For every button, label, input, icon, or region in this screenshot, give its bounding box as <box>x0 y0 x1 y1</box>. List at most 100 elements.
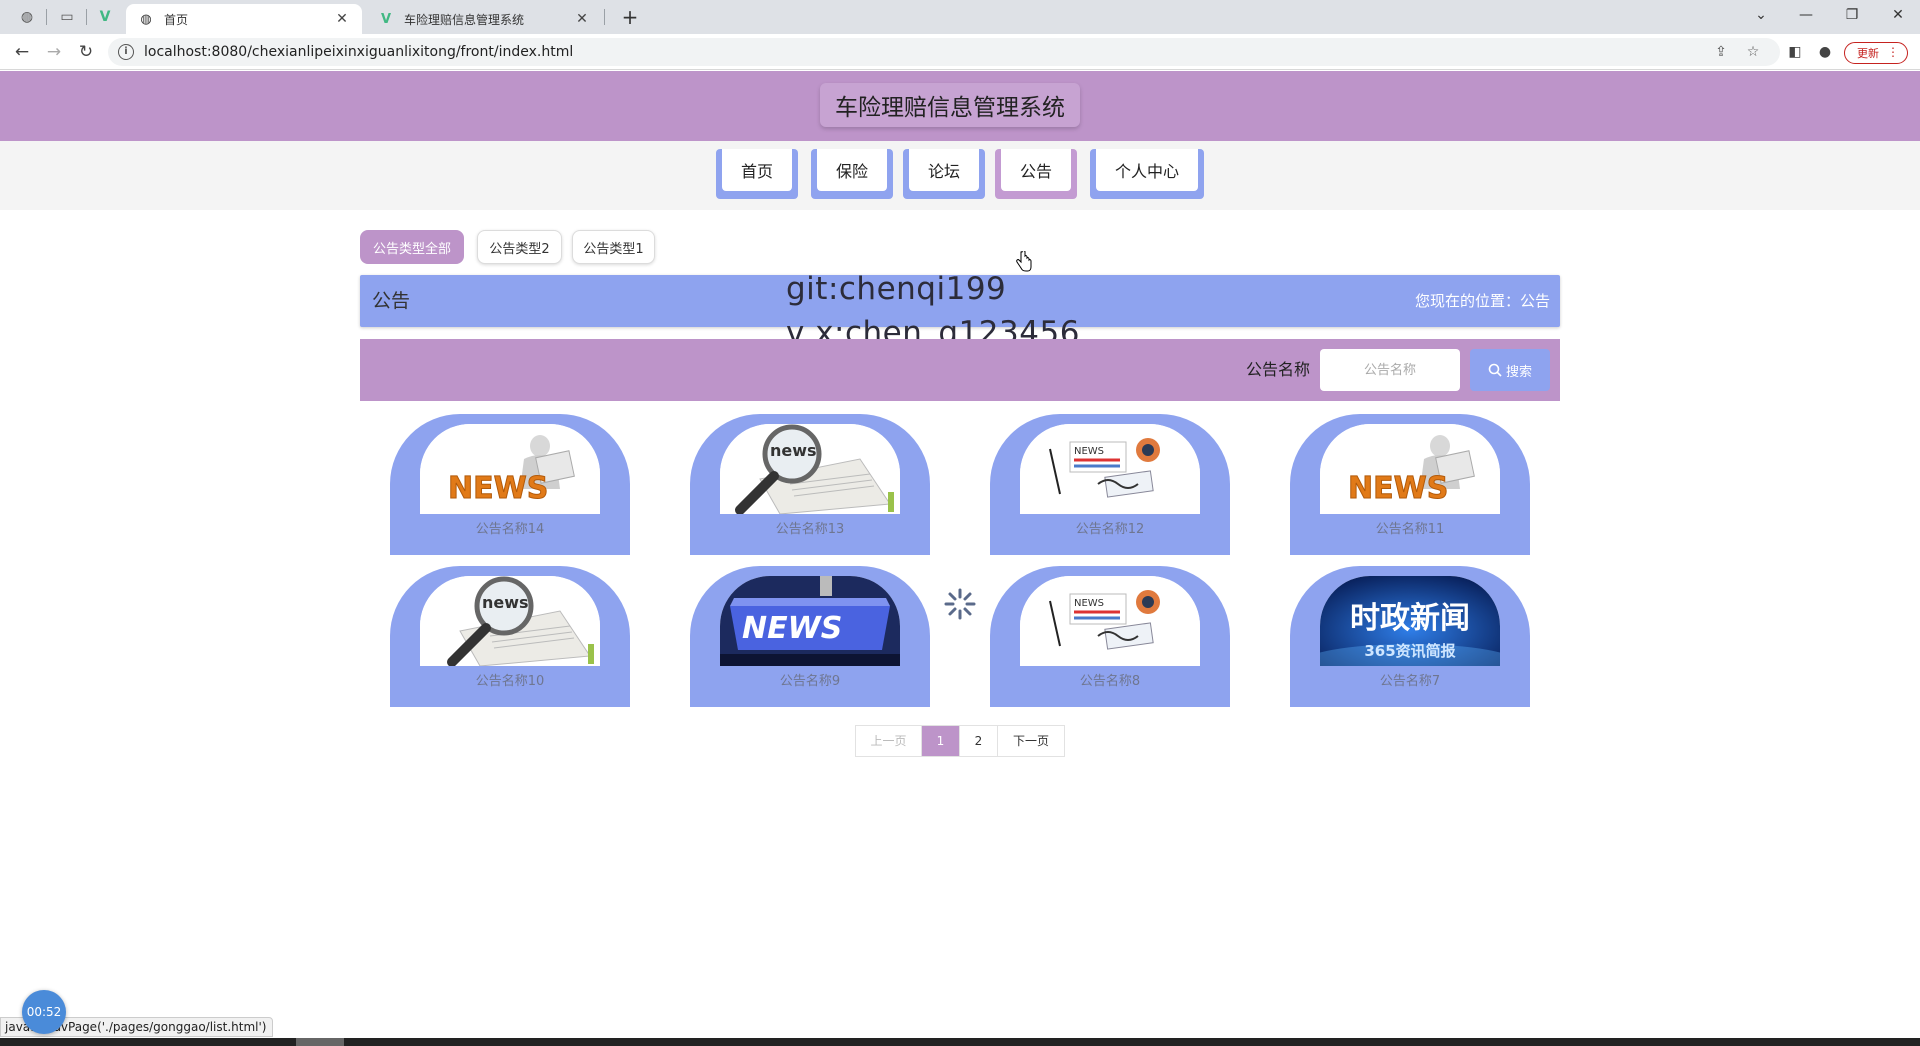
announcement-card[interactable]: news 公告名称10 <box>390 566 630 707</box>
url-text[interactable]: localhost:8080/chexianlipeixinxiguanlixi… <box>144 44 573 60</box>
main-nav: 首页 保险 论坛 公告 个人中心 <box>0 141 1920 272</box>
tab-title: 首页 <box>164 12 189 27</box>
card-caption[interactable]: 公告名称8 <box>990 670 1230 689</box>
card-image[interactable]: news <box>720 424 900 514</box>
update-button[interactable]: 更新 ⋮ <box>1844 42 1908 64</box>
category-type1-button[interactable]: 公告类型1 <box>572 230 655 264</box>
nav-item-insurance[interactable]: 保险 <box>811 149 893 199</box>
watermark-line-1: git:chenqi199 <box>786 271 1007 307</box>
location-indicator: 您现在的位置：公告 <box>1415 275 1550 327</box>
search-icon <box>1488 363 1502 377</box>
nav-label: 论坛 <box>909 149 979 191</box>
location-value[interactable]: 公告 <box>1520 292 1550 310</box>
close-icon[interactable]: ✕ <box>574 11 590 27</box>
card-caption[interactable]: 公告名称11 <box>1290 518 1530 537</box>
update-label: 更新 <box>1857 47 1879 60</box>
profile-avatar-icon[interactable]: ● <box>1812 40 1838 64</box>
card-image[interactable]: news <box>420 576 600 666</box>
image-text: NEWS <box>742 611 842 646</box>
card-image[interactable]: NEWS <box>420 424 600 514</box>
category-type2-button[interactable]: 公告类型2 <box>477 230 562 264</box>
share-icon[interactable]: ⇪ <box>1708 38 1734 66</box>
page-2-button[interactable]: 2 <box>960 726 998 756</box>
search-button-label: 搜索 <box>1505 364 1532 380</box>
nav-label: 首页 <box>722 149 792 191</box>
image-text: NEWS <box>1074 446 1104 457</box>
minimize-icon[interactable]: — <box>1784 0 1828 30</box>
new-tab-plus-icon[interactable]: + <box>616 4 644 30</box>
browser-tab-home[interactable]: ◍ 首页 ✕ <box>126 4 362 34</box>
card-caption[interactable]: 公告名称9 <box>690 670 930 689</box>
news-magnifier-image: news <box>420 576 600 666</box>
address-bar[interactable]: i localhost:8080/chexianlipeixinxiguanli… <box>108 38 1780 66</box>
announcement-card[interactable]: news 公告名称13 <box>690 414 930 555</box>
nav-item-personal-center[interactable]: 个人中心 <box>1090 149 1204 199</box>
recording-timer-badge[interactable]: 00:52 <box>22 990 66 1034</box>
tab-divider <box>46 9 47 25</box>
taskbar-strip <box>0 1038 1920 1046</box>
news-keyboard-key-image: NEWS <box>720 576 900 666</box>
nav-item-forum[interactable]: 论坛 <box>903 149 985 199</box>
restore-icon[interactable]: ❐ <box>1830 0 1874 30</box>
next-page-button[interactable]: 下一页 <box>998 726 1064 756</box>
card-image[interactable]: NEWS <box>1320 424 1500 514</box>
tab-title: 车险理赔信息管理系统 <box>404 12 525 27</box>
nav-label: 保险 <box>817 149 887 191</box>
browser-tab-system[interactable]: V 车险理赔信息管理系统 ✕ <box>366 4 602 34</box>
side-panel-icon[interactable]: ◧ <box>1782 40 1808 64</box>
news-man-reading-image: NEWS <box>1320 424 1500 514</box>
back-arrow-icon[interactable]: ← <box>10 40 34 64</box>
card-caption[interactable]: 公告名称13 <box>690 518 930 537</box>
bookmark-star-icon[interactable]: ☆ <box>1740 38 1766 66</box>
prev-page-button[interactable]: 上一页 <box>856 726 922 756</box>
globe-icon: ◍ <box>140 11 152 27</box>
card-image[interactable]: 时政新闻 365资讯简报 <box>1320 576 1500 666</box>
menu-dots-icon: ⋮ <box>1887 45 1899 59</box>
forward-arrow-icon[interactable]: → <box>42 40 66 64</box>
close-icon[interactable]: ✕ <box>334 11 350 27</box>
announcement-card[interactable]: 时政新闻 365资讯简报 公告名称7 <box>1290 566 1530 707</box>
card-image[interactable]: NEWS <box>1020 424 1200 514</box>
hand-cursor-icon <box>1016 251 1032 272</box>
announcement-card[interactable]: NEWS 公告名称9 <box>690 566 930 707</box>
nav-item-announcements[interactable]: 公告 <box>995 149 1077 199</box>
category-all-button[interactable]: 公告类型全部 <box>360 230 464 264</box>
search-button[interactable]: 搜索 <box>1470 349 1550 391</box>
image-text: NEWS <box>448 471 548 506</box>
announcement-card[interactable]: NEWS 公告名称12 <box>990 414 1230 555</box>
tab-search-chevron-icon[interactable]: ⌄ <box>1738 0 1784 30</box>
page-1-button[interactable]: 1 <box>922 726 960 756</box>
pinned-tab-vue-icon[interactable]: V <box>88 4 122 30</box>
site-header: 车险理赔信息管理系统 <box>0 71 1920 141</box>
news-man-reading-image: NEWS <box>420 424 600 514</box>
news-magnifier-image: news <box>720 424 900 514</box>
card-image[interactable]: NEWS <box>1020 576 1200 666</box>
pinned-tab-blank-icon[interactable]: ▭ <box>50 4 84 30</box>
search-label: 公告名称 <box>1246 360 1311 379</box>
window-close-icon[interactable]: ✕ <box>1876 0 1920 30</box>
card-image[interactable]: NEWS <box>720 576 900 666</box>
reload-icon[interactable]: ↻ <box>74 40 98 64</box>
card-caption[interactable]: 公告名称14 <box>390 518 630 537</box>
tab-divider <box>86 9 87 25</box>
announcement-card[interactable]: NEWS 公告名称8 <box>990 566 1230 707</box>
search-bar: 公告名称 搜索 <box>360 339 1560 401</box>
search-input[interactable] <box>1320 349 1460 391</box>
image-text: 时政新闻 <box>1350 601 1470 636</box>
announcement-card[interactable]: NEWS 公告名称11 <box>1290 414 1530 555</box>
pinned-tab-globe-icon[interactable]: ◍ <box>10 4 44 30</box>
card-caption[interactable]: 公告名称10 <box>390 670 630 689</box>
news-papers-glasses-image: NEWS <box>1020 576 1200 666</box>
card-caption[interactable]: 公告名称12 <box>990 518 1230 537</box>
browser-tab-strip: ◍ ▭ V ◍ 首页 ✕ V 车险理赔信息管理系统 ✕ + ⌄ — ❐ ✕ <box>0 0 1920 34</box>
site-info-icon[interactable]: i <box>118 44 134 60</box>
location-label: 您现在的位置： <box>1414 292 1520 310</box>
nav-item-home[interactable]: 首页 <box>716 149 798 199</box>
image-text: NEWS <box>1348 471 1448 506</box>
vue-icon: V <box>380 11 392 27</box>
card-caption[interactable]: 公告名称7 <box>1290 670 1530 689</box>
loading-spinner-icon <box>944 588 976 620</box>
tab-divider <box>604 9 605 25</box>
image-subtext: 365资讯简报 <box>1364 642 1455 660</box>
announcement-card[interactable]: NEWS 公告名称14 <box>390 414 630 555</box>
